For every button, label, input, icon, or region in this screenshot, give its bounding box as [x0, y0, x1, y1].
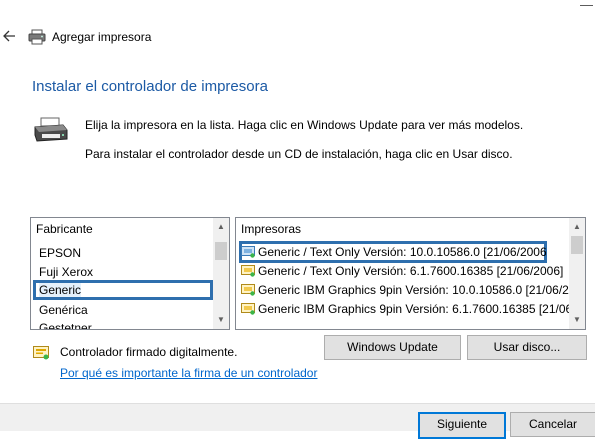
list-item-label: Generic IBM Graphics 9pin Versión: 10.0.…: [258, 283, 571, 297]
instruction-text: Elija la impresora en la lista. Haga cli…: [85, 118, 524, 132]
list-item-label: Generic / Text Only Versión: 10.0.10586.…: [258, 245, 546, 259]
next-button[interactable]: Siguiente: [418, 412, 506, 439]
printer-driver-icon: [241, 283, 255, 296]
printer-column-header: Impresoras: [241, 222, 302, 236]
printer-driver-icon: [241, 264, 255, 277]
scroll-up-icon[interactable]: ▲: [213, 220, 229, 234]
scroll-thumb[interactable]: [215, 242, 227, 260]
printer-driver-icon: [241, 302, 255, 315]
list-item-label: Generic / Text Only Versión: 6.1.7600.16…: [258, 264, 564, 278]
manufacturer-list[interactable]: Fabricante EPSON Fuji Xerox Generic Gené…: [30, 217, 230, 330]
list-item-label: Generic: [39, 283, 82, 297]
driver-signing-link[interactable]: Por qué es importante la firma de un con…: [60, 366, 317, 380]
printer-driver-icon: [241, 245, 255, 258]
instruction-text: Para instalar el controlador desde un CD…: [85, 147, 513, 161]
back-arrow-icon[interactable]: [2, 28, 16, 44]
printer-icon: [33, 117, 69, 143]
list-item[interactable]: Fuji Xerox: [39, 263, 209, 281]
printer-scrollbar[interactable]: ▲ ▼: [569, 218, 585, 329]
page-title: Instalar el controlador de impresora: [32, 78, 268, 95]
list-item[interactable]: Generic / Text Only Versión: 6.1.7600.16…: [241, 262, 571, 280]
certificate-icon: [33, 346, 49, 360]
cancel-button[interactable]: Cancelar: [510, 412, 595, 437]
list-item[interactable]: Gestetner: [39, 319, 209, 329]
scroll-down-icon[interactable]: ▼: [569, 313, 585, 327]
list-item-selected[interactable]: Generic / Text Only Versión: 10.0.10586.…: [241, 243, 546, 261]
manufacturer-scrollbar[interactable]: ▲ ▼: [213, 218, 229, 329]
scroll-down-icon[interactable]: ▼: [213, 313, 229, 327]
scroll-thumb[interactable]: [571, 236, 583, 254]
signed-driver-text: Controlador firmado digitalmente.: [60, 345, 238, 359]
list-item-label: Generic IBM Graphics 9pin Versión: 6.1.7…: [258, 302, 571, 316]
list-item[interactable]: EPSON: [39, 244, 209, 262]
scroll-up-icon[interactable]: ▲: [569, 220, 585, 234]
window-title: Agregar impresora: [52, 30, 152, 44]
list-item[interactable]: Genérica: [39, 301, 209, 319]
printer-list[interactable]: Impresoras Generic / Text Only Versión: …: [235, 217, 586, 330]
close-icon[interactable]: —: [578, 0, 595, 12]
windows-update-button[interactable]: Windows Update: [324, 335, 461, 360]
manufacturer-column-header: Fabricante: [36, 222, 93, 236]
list-item[interactable]: Generic IBM Graphics 9pin Versión: 10.0.…: [241, 281, 571, 299]
printer-icon: [28, 29, 46, 45]
list-item[interactable]: Generic IBM Graphics 9pin Versión: 6.1.7…: [241, 300, 571, 318]
list-item-selected[interactable]: Generic: [39, 281, 91, 299]
have-disk-button[interactable]: Usar disco...: [467, 335, 587, 360]
